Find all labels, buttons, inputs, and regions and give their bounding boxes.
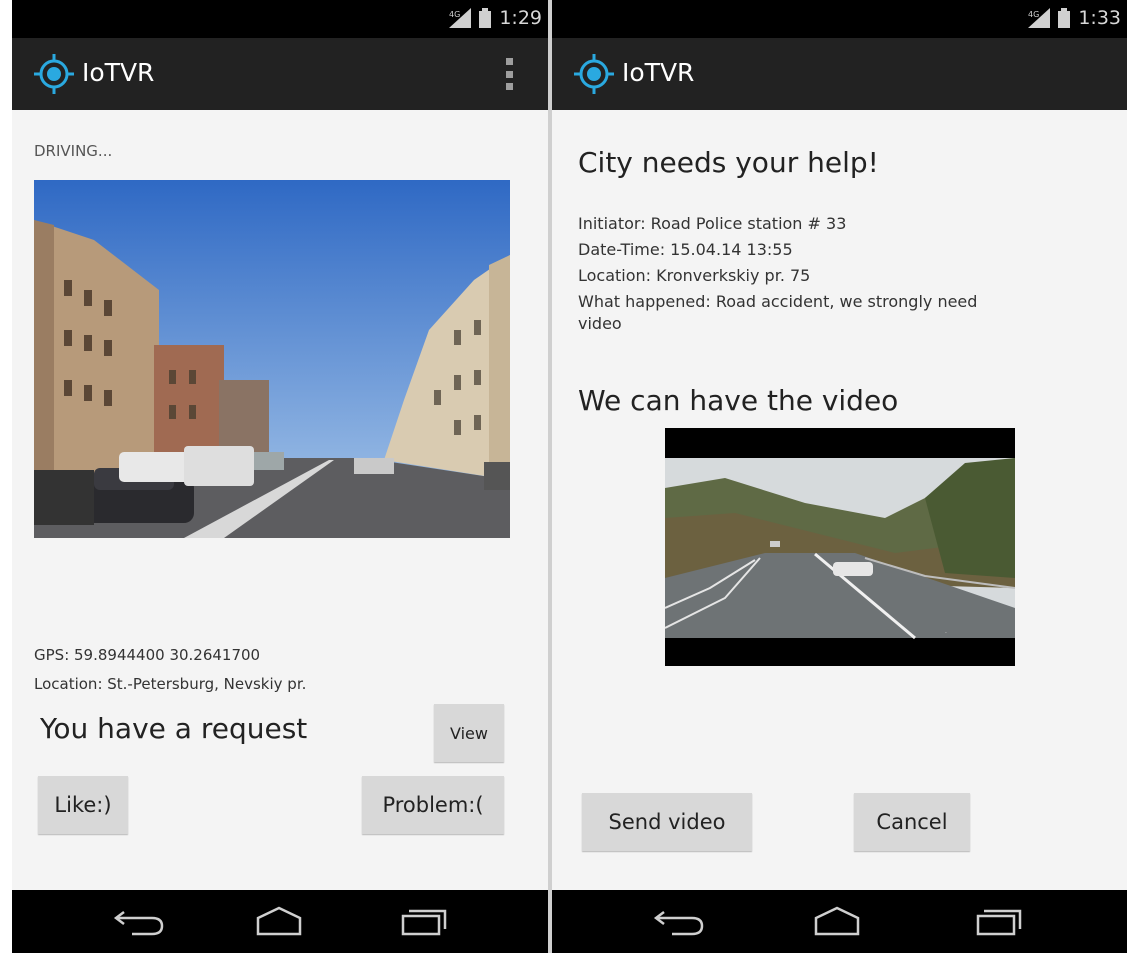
back-icon[interactable] bbox=[112, 904, 166, 938]
view-request-button[interactable]: View bbox=[434, 704, 504, 762]
svg-text:4G: 4G bbox=[1028, 10, 1039, 19]
incident-location-text: Location: Kronverkskiy pr. 75 bbox=[578, 266, 811, 285]
send-video-button[interactable]: Send video bbox=[582, 793, 752, 851]
request-notice-text: You have a request bbox=[40, 712, 308, 745]
initiator-text: Initiator: Road Police station # 33 bbox=[578, 214, 847, 233]
action-bar: IoTVR bbox=[12, 38, 548, 110]
home-icon[interactable] bbox=[252, 904, 306, 938]
what-happened-text: What happened: Road accident, we strongl… bbox=[578, 292, 978, 311]
battery-icon bbox=[1058, 8, 1071, 28]
street-camera-image bbox=[34, 180, 510, 538]
crosshair-location-icon[interactable] bbox=[34, 54, 74, 94]
status-bar: 4G 1:33 bbox=[552, 0, 1127, 38]
left-phone-screen: 4G 1:29 IoTVR DRIVING... GPS: 59.8944400… bbox=[12, 0, 548, 953]
datetime-text: Date-Time: 15.04.14 13:55 bbox=[578, 240, 793, 259]
overflow-menu-icon[interactable] bbox=[506, 58, 514, 90]
svg-text:.: . bbox=[945, 628, 947, 635]
navigation-bar bbox=[552, 890, 1127, 953]
recent-apps-icon[interactable] bbox=[397, 904, 451, 938]
home-icon[interactable] bbox=[810, 904, 864, 938]
help-heading: City needs your help! bbox=[578, 146, 879, 179]
gps-coordinates-text: GPS: 59.8944400 30.2641700 bbox=[34, 646, 261, 664]
status-bar: 4G 1:29 bbox=[12, 0, 548, 38]
cancel-button[interactable]: Cancel bbox=[854, 793, 970, 851]
problem-button[interactable]: Problem:( bbox=[362, 776, 504, 834]
dashcam-video-preview[interactable]: . bbox=[665, 428, 1015, 666]
right-phone-screen: 4G 1:33 IoTVR City needs your help! Init… bbox=[552, 0, 1127, 953]
video-heading: We can have the video bbox=[578, 384, 899, 417]
driving-status-text: DRIVING... bbox=[34, 142, 113, 160]
navigation-bar bbox=[12, 890, 548, 953]
app-title: IoTVR bbox=[622, 58, 695, 87]
status-time: 1:33 bbox=[1078, 7, 1121, 29]
status-time: 1:29 bbox=[499, 7, 542, 29]
signal-icon: 4G bbox=[1028, 8, 1051, 28]
battery-icon bbox=[479, 8, 492, 28]
action-bar: IoTVR bbox=[552, 38, 1127, 110]
signal-icon: 4G bbox=[449, 8, 472, 28]
app-title: IoTVR bbox=[82, 58, 155, 87]
like-button[interactable]: Like:) bbox=[38, 776, 128, 834]
svg-text:4G: 4G bbox=[449, 10, 460, 19]
location-text: Location: St.-Petersburg, Nevskiy pr. bbox=[34, 675, 307, 693]
what-happened-text-cont: video bbox=[578, 314, 622, 333]
crosshair-location-icon[interactable] bbox=[574, 54, 614, 94]
back-icon[interactable] bbox=[652, 904, 706, 938]
recent-apps-icon[interactable] bbox=[972, 904, 1026, 938]
